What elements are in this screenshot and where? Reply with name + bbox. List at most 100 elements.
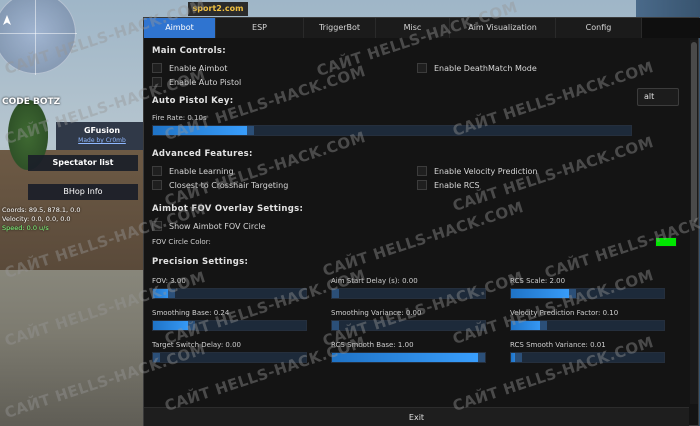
radar-axis-v <box>35 0 36 75</box>
smoothing-variance-slider[interactable] <box>331 320 486 331</box>
slider-grab[interactable] <box>569 289 576 298</box>
tab-aim-visualization[interactable]: Aim Visualization <box>450 18 556 38</box>
aimbot-panel: Main Controls: Enable Aimbot Enable Auto… <box>144 40 689 404</box>
spectator-list-button[interactable]: Spectator list <box>28 155 138 171</box>
checkbox-label: Enable Velocity Prediction <box>434 166 538 176</box>
rcs-smooth-base-slider[interactable] <box>331 352 486 363</box>
fov-overlay-heading: Aimbot FOV Overlay Settings: <box>152 204 304 214</box>
smoothing-variance-label: Smoothing Variance: 0.00 <box>331 309 422 317</box>
checkbox-box[interactable] <box>152 166 162 176</box>
tab-aimbot[interactable]: Aimbot <box>144 18 216 38</box>
checkbox-label: Enable Learning <box>169 166 234 176</box>
smoothing-variance-group: Smoothing Variance: 0.00 <box>331 309 510 331</box>
hud-codebotz-label: CODE BOTZ <box>2 97 61 107</box>
slider-grab[interactable] <box>540 321 547 330</box>
fov-color-row: FOV Circle Color: <box>152 235 681 249</box>
target-switch-delay-label: Target Switch Delay: 0.00 <box>152 341 241 349</box>
tab-bar: Aimbot ESP TriggerBot Misc Aim Visualiza… <box>144 18 700 38</box>
precision-heading: Precision Settings: <box>152 257 249 267</box>
fire-rate-label: Fire Rate: 0.10s <box>152 114 207 122</box>
checkbox-box[interactable] <box>152 77 162 87</box>
target-switch-delay-group: Target Switch Delay: 0.00 <box>152 341 331 363</box>
smoothing-base-group: Smoothing Base: 0.24 <box>152 309 331 331</box>
tab-triggerbot[interactable]: TriggerBot <box>304 18 376 38</box>
rcs-scale-group: RCS Scale: 2.00 <box>510 277 689 299</box>
auto-pistol-key-input[interactable]: alt <box>637 88 679 106</box>
aim-start-delay-label: Aim Start Delay (s): 0.00 <box>331 277 418 285</box>
main-controls-heading: Main Controls: <box>152 46 226 56</box>
fov-color-label: FOV Circle Color: <box>152 238 211 246</box>
advanced-grid: Enable Learning Closest to Crosshair Tar… <box>152 164 681 192</box>
rcs-smooth-base-label: RCS Smooth Base: 1.00 <box>331 341 414 349</box>
checkbox-box[interactable] <box>152 221 162 231</box>
aim-start-delay-group: Aim Start Delay (s): 0.00 <box>331 277 510 299</box>
main-controls-grid: Enable Aimbot Enable Auto Pistol Enable … <box>152 61 681 89</box>
bhop-info-panel: BHop Info <box>28 184 138 200</box>
enable-deathmatch-checkbox[interactable]: Enable DeathMatch Mode <box>417 61 681 75</box>
slider-grab[interactable] <box>332 289 339 298</box>
slider-fill <box>153 126 254 135</box>
smoothing-base-label: Smoothing Base: 0.24 <box>152 309 230 317</box>
tab-config[interactable]: Config <box>556 18 642 38</box>
fire-rate-slider[interactable] <box>152 125 632 136</box>
slider-grab[interactable] <box>153 353 160 362</box>
rcs-scale-slider[interactable] <box>510 288 665 299</box>
rcs-smooth-base-group: RCS Smooth Base: 1.00 <box>331 341 510 363</box>
enable-aimbot-checkbox[interactable]: Enable Aimbot <box>152 61 417 75</box>
fov-slider[interactable] <box>152 288 307 299</box>
slider-grab[interactable] <box>247 126 254 135</box>
radar-axis-h <box>0 33 77 34</box>
closest-crosshair-checkbox[interactable]: Closest to Crosshair Targeting <box>152 178 417 192</box>
rcs-smooth-variance-slider[interactable] <box>510 352 665 363</box>
enable-learning-checkbox[interactable]: Enable Learning <box>152 164 417 178</box>
enable-rcs-checkbox[interactable]: Enable RCS <box>417 178 681 192</box>
fov-slider-group: FOV: 3.00 <box>152 277 331 299</box>
hud-coords: Coords: 89.5, 878.1, 0.0 Velocity: 0.0, … <box>2 206 81 233</box>
scrollbar-thumb[interactable] <box>691 42 697 222</box>
auto-pistol-key-label: Auto Pistol Key: <box>152 96 234 106</box>
enable-auto-pistol-checkbox[interactable]: Enable Auto Pistol <box>152 75 417 89</box>
fov-slider-label: FOV: 3.00 <box>152 277 186 285</box>
checkbox-label: Enable RCS <box>434 180 480 190</box>
slider-grab[interactable] <box>188 321 195 330</box>
checkbox-box[interactable] <box>152 180 162 190</box>
hud-gfusion-credit-link[interactable]: Made by Cr0mb <box>56 137 148 145</box>
checkbox-label: Closest to Crosshair Targeting <box>169 180 289 190</box>
checkbox-label: Enable DeathMatch Mode <box>434 63 537 73</box>
enable-velocity-prediction-checkbox[interactable]: Enable Velocity Prediction <box>417 164 681 178</box>
velocity-prediction-factor-group: Velocity Prediction Factor: 0.10 <box>510 309 689 331</box>
show-fov-circle-checkbox[interactable]: Show Aimbot FOV Circle <box>152 219 681 233</box>
slider-fill <box>332 353 485 362</box>
slider-grab[interactable] <box>515 353 522 362</box>
fov-color-swatch[interactable] <box>655 237 677 247</box>
slider-grab[interactable] <box>332 321 339 330</box>
checkbox-box[interactable] <box>417 166 427 176</box>
slider-grab[interactable] <box>168 289 175 298</box>
hud-gfusion-panel: GFusion Made by Cr0mb <box>56 122 148 150</box>
smoothing-base-slider[interactable] <box>152 320 307 331</box>
billboard-sign: sport2.com <box>188 2 248 16</box>
hud-gfusion-title: GFusion <box>83 126 121 135</box>
target-switch-delay-slider[interactable] <box>152 352 307 363</box>
checkbox-label: Enable Aimbot <box>169 63 228 73</box>
exit-button[interactable]: Exit <box>144 407 689 426</box>
tab-misc[interactable]: Misc <box>376 18 450 38</box>
advanced-features-heading: Advanced Features: <box>152 149 253 159</box>
checkbox-box[interactable] <box>152 63 162 73</box>
rcs-smooth-variance-label: RCS Smooth Variance: 0.01 <box>510 341 606 349</box>
player-arrow-icon <box>3 15 11 25</box>
slider-fill <box>511 289 576 298</box>
velocity-readout: Velocity: 0.0, 0.0, 0.0 <box>2 215 71 223</box>
checkbox-box[interactable] <box>417 180 427 190</box>
panel-scrollbar[interactable] <box>690 40 698 404</box>
slider-grab[interactable] <box>478 353 485 362</box>
precision-grid: FOV: 3.00 Aim Start Delay (s): 0.00 RCS … <box>152 277 681 363</box>
rcs-smooth-variance-group: RCS Smooth Variance: 0.01 <box>510 341 689 363</box>
checkbox-box[interactable] <box>417 63 427 73</box>
checkbox-label: Enable Auto Pistol <box>169 77 242 87</box>
velocity-prediction-factor-slider[interactable] <box>510 320 665 331</box>
tab-esp[interactable]: ESP <box>216 18 304 38</box>
cheat-menu-window: Aimbot ESP TriggerBot Misc Aim Visualiza… <box>143 17 700 426</box>
aim-start-delay-slider[interactable] <box>331 288 486 299</box>
velocity-prediction-factor-label: Velocity Prediction Factor: 0.10 <box>510 309 619 317</box>
